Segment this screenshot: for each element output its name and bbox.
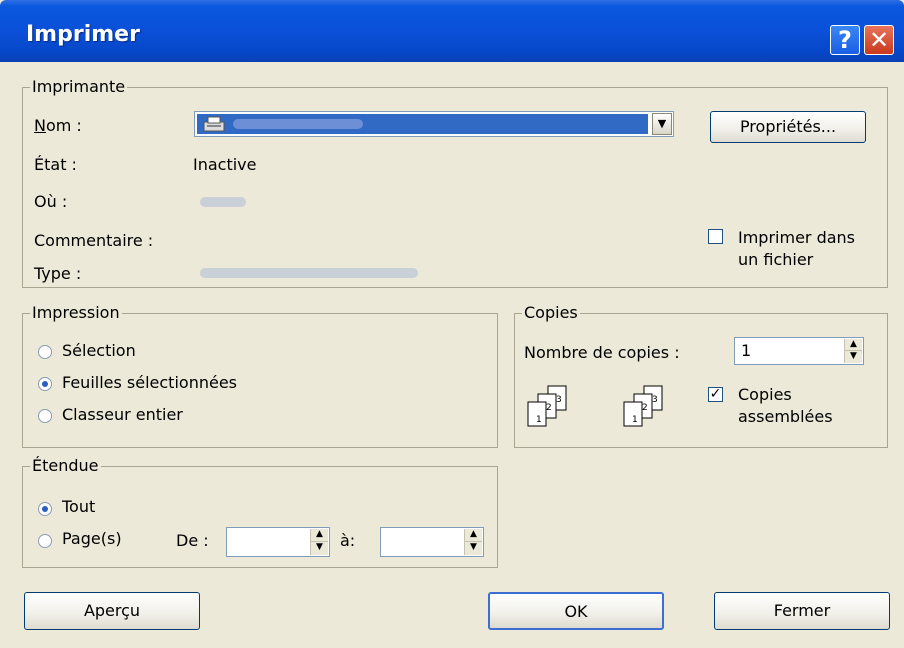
spin-up-icon[interactable]: ▲	[465, 529, 482, 542]
range-all-radio[interactable]	[38, 502, 52, 516]
collate-label[interactable]: Copies assemblées	[738, 384, 833, 428]
range-from-label: De :	[176, 531, 209, 550]
collate-checkbox[interactable]: ✓	[708, 387, 723, 402]
range-to-label: à:	[340, 531, 356, 550]
collated-copies-icon-2: 3 2 1	[622, 384, 670, 428]
printer-where-redacted	[200, 197, 246, 207]
preview-button[interactable]: Aperçu	[24, 592, 200, 630]
svg-text:2: 2	[642, 403, 648, 413]
selection-radio-label[interactable]: Sélection	[62, 341, 136, 360]
collated-copies-icon: 3 2 1	[526, 384, 574, 428]
ok-button[interactable]: OK	[488, 592, 664, 630]
printer-name-select[interactable]: ▼	[194, 111, 674, 137]
print-to-file-label[interactable]: Imprimer dans un fichier	[738, 227, 855, 271]
range-all-label[interactable]: Tout	[62, 497, 95, 516]
range-pages-label[interactable]: Page(s)	[62, 529, 122, 548]
range-to-stepper[interactable]: ▲ ▼	[380, 527, 484, 557]
svg-text:1: 1	[632, 415, 638, 425]
svg-text:2: 2	[546, 403, 552, 413]
print-what-group-legend: Impression	[30, 303, 122, 322]
range-from-spin-buttons[interactable]: ▲ ▼	[310, 529, 328, 555]
spin-up-icon[interactable]: ▲	[845, 339, 862, 351]
copies-count-label: Nombre de copies :	[524, 343, 680, 362]
range-from-stepper[interactable]: ▲ ▼	[226, 527, 330, 557]
entire-workbook-radio-label[interactable]: Classeur entier	[62, 405, 183, 424]
collate-label-line1: Copies	[738, 385, 792, 404]
properties-button[interactable]: Propriétés...	[710, 111, 866, 143]
printer-name-accelerator: N	[34, 116, 46, 135]
printer-where-label: Où :	[34, 192, 68, 211]
range-group-legend: Étendue	[30, 456, 101, 475]
printer-name-label: Nom :	[34, 116, 82, 135]
range-pages-radio[interactable]	[38, 534, 52, 548]
spin-down-icon[interactable]: ▼	[311, 542, 328, 555]
selection-radio[interactable]	[38, 345, 52, 359]
print-to-file-label-line2: un fichier	[738, 250, 814, 269]
chevron-down-icon[interactable]: ▼	[652, 113, 672, 135]
printer-name-label-text: om :	[45, 116, 82, 135]
svg-text:3: 3	[652, 395, 658, 405]
entire-workbook-radio[interactable]	[38, 409, 52, 423]
printer-name-redacted	[233, 119, 363, 129]
printer-comment-label: Commentaire :	[34, 231, 154, 250]
printer-name-selected-value	[197, 114, 648, 134]
range-to-spin-buttons[interactable]: ▲ ▼	[464, 529, 482, 555]
close-button[interactable]: Fermer	[714, 592, 890, 630]
printer-group-legend: Imprimante	[30, 77, 128, 96]
selected-sheets-radio[interactable]	[38, 377, 52, 391]
spin-up-icon[interactable]: ▲	[311, 529, 328, 542]
spin-down-icon[interactable]: ▼	[465, 542, 482, 555]
printer-status-value: Inactive	[193, 155, 257, 174]
help-button[interactable]: ?	[830, 25, 860, 55]
collate-label-line2: assemblées	[738, 407, 833, 426]
copies-count-value: 1	[741, 341, 752, 360]
close-window-button[interactable]: ✕	[864, 25, 894, 55]
copies-count-spin-buttons[interactable]: ▲ ▼	[844, 339, 862, 363]
selected-sheets-radio-label[interactable]: Feuilles sélectionnées	[62, 373, 237, 392]
svg-text:1: 1	[536, 415, 542, 425]
window-title: Imprimer	[26, 22, 140, 47]
printer-icon	[201, 115, 229, 133]
spin-down-icon[interactable]: ▼	[845, 351, 862, 363]
print-to-file-checkbox[interactable]	[708, 229, 723, 244]
copies-group-legend: Copies	[522, 303, 580, 322]
printer-type-redacted	[200, 268, 418, 278]
svg-text:3: 3	[556, 395, 562, 405]
copies-count-stepper[interactable]: 1 ▲ ▼	[734, 337, 864, 365]
printer-type-label: Type :	[34, 264, 82, 283]
print-to-file-label-line1: Imprimer dans	[738, 228, 856, 247]
printer-status-label: État :	[34, 155, 77, 174]
